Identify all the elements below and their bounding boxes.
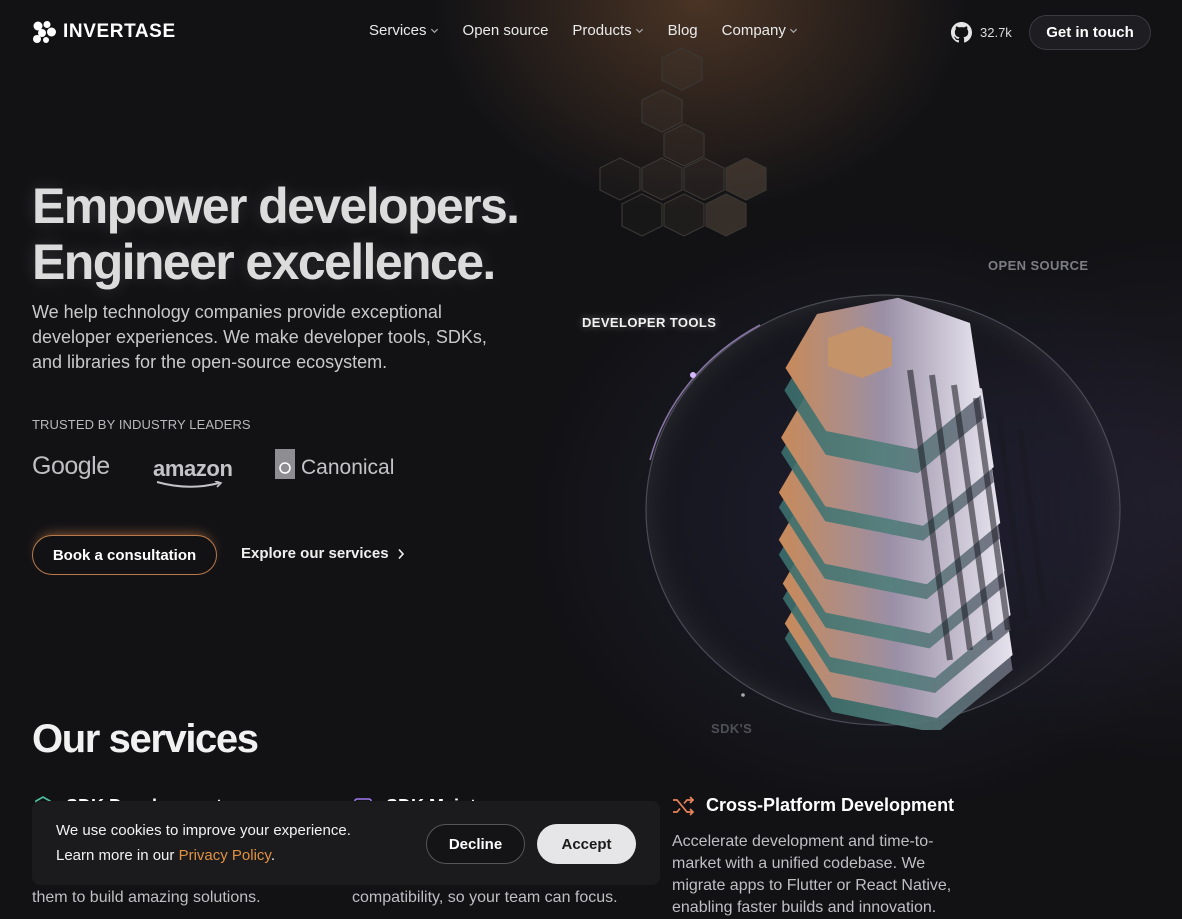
chevron-down-icon (430, 28, 438, 34)
chevron-down-icon (789, 28, 797, 34)
explore-services-link[interactable]: Explore our services (241, 545, 405, 562)
cookie-line-2-prefix: Learn more in our (56, 847, 179, 864)
invertase-logo-icon (33, 21, 56, 43)
hero-lead: We help technology companies provide exc… (32, 302, 487, 372)
nav-item-products[interactable]: Products (572, 22, 643, 39)
canonical-logo: Canonical (301, 456, 395, 479)
shuffle-icon (673, 795, 694, 816)
nav-item-label: Open source (462, 22, 549, 39)
brand-logo[interactable]: INVERTASE (32, 20, 176, 44)
service-description: Accelerate development and time-to-marke… (672, 833, 952, 916)
client-logos: Google amazon Canonical (32, 448, 395, 488)
hero-headline-line-2: Engineer excellence. (32, 234, 496, 290)
cookie-accept-button[interactable]: Accept (537, 824, 636, 864)
google-logo: Google (32, 452, 110, 480)
hero-headline: Empower developers. Engineer excellence. (32, 178, 520, 290)
service-card-cross-platform[interactable]: Cross-Platform Development Accelerate de… (672, 795, 962, 919)
trusted-label: TRUSTED BY INDUSTRY LEADERS (32, 417, 251, 432)
cookie-text: We use cookies to improve your experienc… (56, 818, 351, 868)
explore-services-label: Explore our services (241, 545, 389, 562)
service-title: Cross-Platform Development (706, 795, 955, 815)
cookie-banner: We use cookies to improve your experienc… (32, 801, 660, 885)
nav-item-label: Services (369, 22, 427, 39)
nav-item-label: Products (572, 22, 632, 39)
cookie-decline-button[interactable]: Decline (426, 824, 525, 864)
services-title: Our services (32, 717, 259, 761)
canonical-logo-mark (275, 449, 295, 479)
amazon-logo: amazon (153, 456, 233, 481)
nav-item-blog[interactable]: Blog (668, 22, 698, 39)
art-label-sdks: SDK'S (711, 721, 753, 736)
nav-item-label: Blog (667, 22, 698, 39)
chevron-right-icon (397, 548, 404, 559)
github-stars: 32.7k (980, 25, 1012, 40)
canonical-circle-icon (279, 462, 291, 474)
cookie-line-1: We use cookies to improve your experienc… (56, 822, 351, 839)
hero-headline-line-1: Empower developers. (32, 178, 520, 234)
art-label-open-source: OPEN SOURCE (988, 258, 1089, 273)
brand-name: INVERTASE (63, 21, 176, 42)
orbit-node (690, 372, 696, 378)
hexagon-pattern (599, 47, 767, 237)
cookie-line-2-suffix: . (270, 847, 275, 864)
book-consultation-button[interactable]: Book a consultation (32, 535, 217, 575)
hero-artwork (599, 47, 1121, 730)
chevron-down-icon (635, 28, 643, 34)
nav-item-company[interactable]: Company (722, 22, 798, 39)
nav-item-label: Company (721, 22, 786, 39)
privacy-policy-link[interactable]: Privacy Policy (179, 847, 271, 864)
art-label-developer-tools: DEVELOPER TOOLS (582, 315, 717, 330)
nav-item-open-source[interactable]: Open source (463, 22, 549, 39)
nav-item-services[interactable]: Services (369, 22, 439, 39)
amazon-smile-icon (156, 481, 223, 488)
nav-menu: Services Open source Products Blog Compa… (369, 22, 822, 39)
